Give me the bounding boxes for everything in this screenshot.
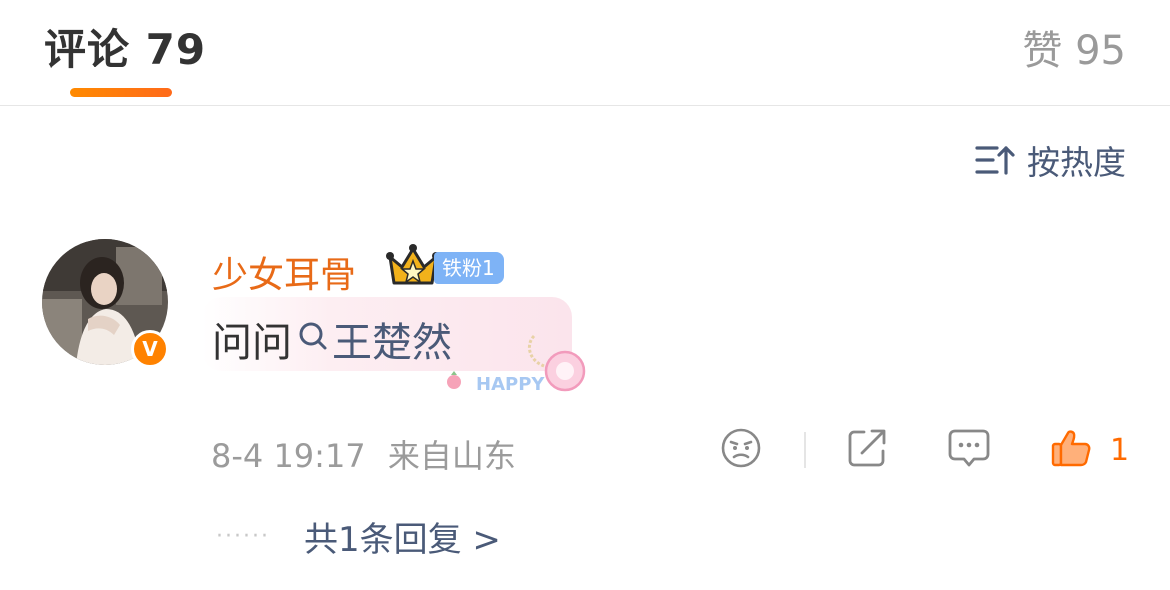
share-icon: [846, 427, 888, 473]
comment-location: 来自山东: [387, 437, 516, 475]
fan-level-badge: 铁粉1: [434, 252, 504, 284]
action-divider: [804, 432, 806, 468]
topic-label: 王楚然: [332, 320, 452, 366]
replies-row: ······ 共1条回复 >: [216, 512, 501, 561]
sort-icon: [975, 143, 1015, 177]
comment-tabs: 评论 79 赞 95: [0, 0, 1170, 106]
happy-decoration: HAPPY: [440, 330, 590, 400]
comment-username[interactable]: 少女耳骨: [212, 246, 356, 298]
comment-time: 8-4 19:17: [211, 437, 366, 475]
reply-dots: ······: [216, 524, 270, 549]
view-replies-link[interactable]: 共1条回复 >: [304, 512, 501, 561]
tab-likes[interactable]: 赞 95: [1022, 18, 1126, 76]
comment-text: 问问 王楚然: [212, 310, 452, 368]
comment-text-prefix: 问问: [212, 320, 292, 366]
crown-icon: [386, 243, 440, 293]
happy-text: HAPPY: [476, 374, 545, 395]
share-button[interactable]: [846, 427, 888, 473]
dislike-button[interactable]: [720, 427, 762, 473]
tab-comments[interactable]: 评论 79: [44, 16, 206, 77]
topic-link[interactable]: 王楚然: [298, 310, 452, 368]
active-tab-indicator: [70, 88, 172, 97]
comment-meta: 8-4 19:17 来自山东: [211, 431, 516, 477]
dislike-icon: [720, 427, 762, 473]
like-count: 1: [1110, 432, 1130, 468]
sort-label: 按热度: [1027, 143, 1126, 182]
sort-by-hot-button[interactable]: 按热度: [975, 136, 1126, 184]
verified-badge-icon: V: [131, 330, 169, 368]
search-icon: [298, 316, 332, 362]
like-icon: [1050, 427, 1092, 473]
like-button[interactable]: 1: [1050, 427, 1129, 473]
reply-comment-button[interactable]: [947, 427, 991, 473]
comment-icon: [947, 427, 991, 473]
